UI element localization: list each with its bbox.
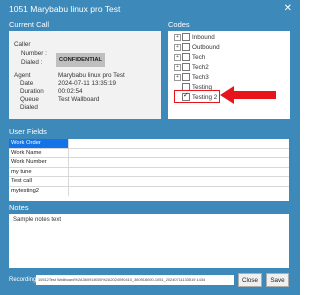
- user-fields-table: Work Order Work Name Work Number my tune…: [9, 139, 289, 201]
- expand-plus-icon[interactable]: +: [174, 43, 181, 51]
- close-button[interactable]: Close: [238, 273, 262, 287]
- agent-label: Agent: [14, 72, 31, 79]
- highlight-box: [174, 90, 220, 103]
- current-call-label: Current Call: [9, 20, 50, 29]
- code-label: Tech3: [192, 74, 209, 81]
- window-title: 1051 Marybabu linux pro Test: [9, 4, 121, 14]
- user-fields-label: User Fields: [9, 127, 47, 136]
- field-key[interactable]: Test call: [9, 177, 69, 186]
- field-key[interactable]: my tune: [9, 167, 69, 177]
- duration-value: 00:02:54: [58, 88, 83, 95]
- checkbox[interactable]: [182, 53, 190, 62]
- queue-label: Queue: [20, 96, 39, 103]
- checkbox[interactable]: [182, 43, 190, 52]
- field-value[interactable]: [69, 168, 289, 177]
- code-item-inbound[interactable]: + Inbound: [174, 33, 215, 42]
- field-key[interactable]: Work Order: [9, 139, 69, 148]
- checkbox[interactable]: [182, 63, 190, 72]
- call-window: 1051 Marybabu linux pro Test ✕ Current C…: [0, 0, 300, 295]
- field-key[interactable]: Work Name: [9, 148, 69, 158]
- agent-value: Marybabu linux pro Test: [58, 72, 125, 79]
- codes-tree: + Inbound + Outbound + Tech + Tech2 + Tech3 T…: [168, 31, 290, 119]
- duration-label: Duration: [20, 88, 44, 95]
- code-item-outbound[interactable]: + Outbound: [174, 43, 220, 52]
- recording-label: Recording:: [9, 277, 39, 283]
- caller-label: Caller: [14, 41, 31, 48]
- field-value[interactable]: [69, 158, 289, 167]
- close-icon[interactable]: ✕: [284, 0, 292, 18]
- code-label: Tech2: [192, 64, 209, 71]
- notes-label: Notes: [9, 203, 29, 212]
- recording-path: 10512Test Wallboard%2A360918000%2A202409…: [36, 275, 234, 285]
- table-row[interactable]: Test call: [9, 177, 289, 187]
- field-key[interactable]: mytesting2: [9, 187, 69, 196]
- field-value[interactable]: [69, 139, 289, 148]
- code-item-tech[interactable]: + Tech: [174, 53, 205, 62]
- table-row[interactable]: Work Number: [9, 158, 289, 168]
- code-label: Tech: [192, 54, 206, 61]
- title-bar: 1051 Marybabu linux pro Test ✕: [0, 0, 300, 18]
- field-value[interactable]: [69, 187, 289, 196]
- date-label: Date: [20, 80, 34, 87]
- field-value[interactable]: [69, 177, 289, 186]
- checkbox[interactable]: [182, 33, 190, 42]
- expand-plus-icon[interactable]: +: [174, 33, 181, 41]
- code-label: Outbound: [192, 44, 220, 51]
- number-label: Number :: [21, 50, 47, 57]
- table-row[interactable]: my tune: [9, 167, 289, 178]
- code-item-tech3[interactable]: + Tech3: [174, 73, 209, 82]
- field-key[interactable]: Work Number: [9, 158, 69, 167]
- code-item-tech2[interactable]: + Tech2: [174, 63, 209, 72]
- notes-text[interactable]: Sample notes text: [13, 217, 61, 223]
- code-label: Inbound: [192, 34, 215, 41]
- expand-plus-icon[interactable]: +: [174, 53, 181, 61]
- table-row[interactable]: mytesting2: [9, 187, 289, 196]
- number-value: CONFIDENTIAL: [56, 53, 105, 67]
- queue-value: Test Wallboard: [58, 96, 100, 103]
- field-value[interactable]: [69, 149, 289, 158]
- expand-plus-icon[interactable]: +: [174, 73, 181, 81]
- dialed-label: Dialed :: [21, 59, 43, 66]
- dialed2-label: Dialed: [20, 104, 38, 111]
- table-row[interactable]: Work Order: [9, 139, 289, 149]
- checkbox[interactable]: [182, 73, 190, 82]
- codes-label: Codes: [168, 20, 190, 29]
- save-button[interactable]: Save: [266, 273, 289, 287]
- notes-textarea[interactable]: Sample notes text: [9, 214, 289, 268]
- expand-plus-icon[interactable]: +: [174, 63, 181, 71]
- table-row[interactable]: Work Name: [9, 148, 289, 159]
- red-arrow-icon: [220, 86, 276, 104]
- date-value: 2024-07-11 13:35:19: [58, 80, 117, 87]
